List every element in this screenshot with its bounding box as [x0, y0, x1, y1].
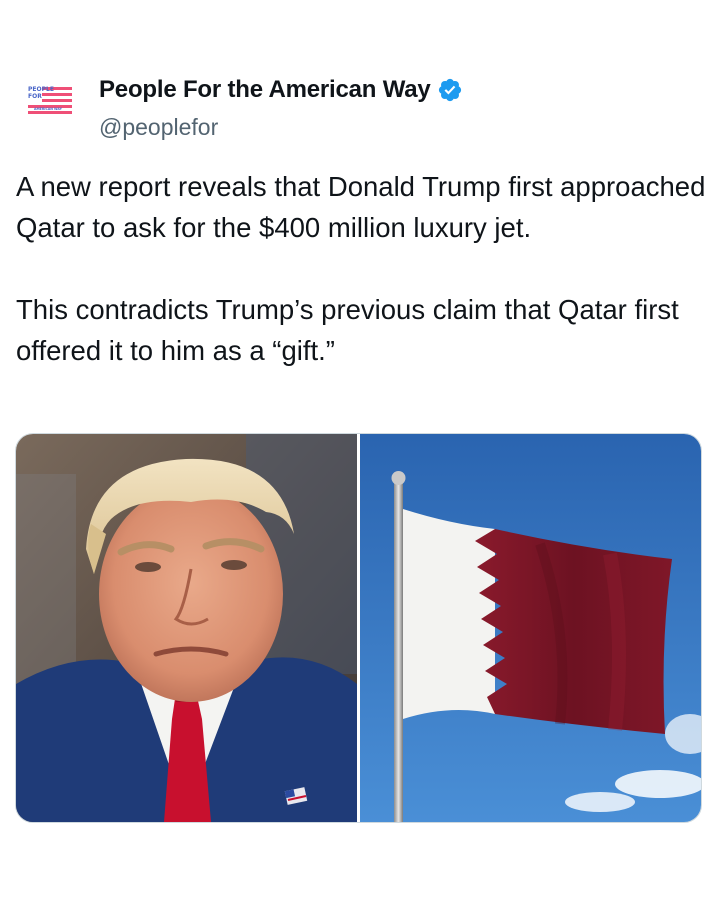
avatar[interactable]: PEOPLE FOR AMERICAN WAY: [24, 83, 76, 117]
tweet-paragraph-1: A new report reveals that Donald Trump f…: [16, 171, 706, 243]
qatar-flag-photo[interactable]: [360, 434, 701, 822]
media-grid: [15, 433, 702, 823]
portrait-photo[interactable]: [16, 434, 357, 822]
avatar-text-1: PEOPLE: [28, 86, 54, 93]
verified-badge-icon: [437, 77, 463, 103]
name-row: People For the American Way: [99, 76, 463, 104]
account-handle[interactable]: @peoplefor: [99, 114, 218, 141]
tweet-paragraph-2: This contradicts Trump’s previous claim …: [16, 294, 679, 366]
tweet-text: A new report reveals that Donald Trump f…: [16, 166, 706, 371]
avatar-text-3: AMERICAN WAY: [34, 107, 63, 111]
avatar-text-2: FOR: [28, 93, 42, 100]
tweet-header: PEOPLE FOR AMERICAN WAY People For the A…: [22, 70, 702, 140]
display-name[interactable]: People For the American Way: [99, 76, 431, 104]
